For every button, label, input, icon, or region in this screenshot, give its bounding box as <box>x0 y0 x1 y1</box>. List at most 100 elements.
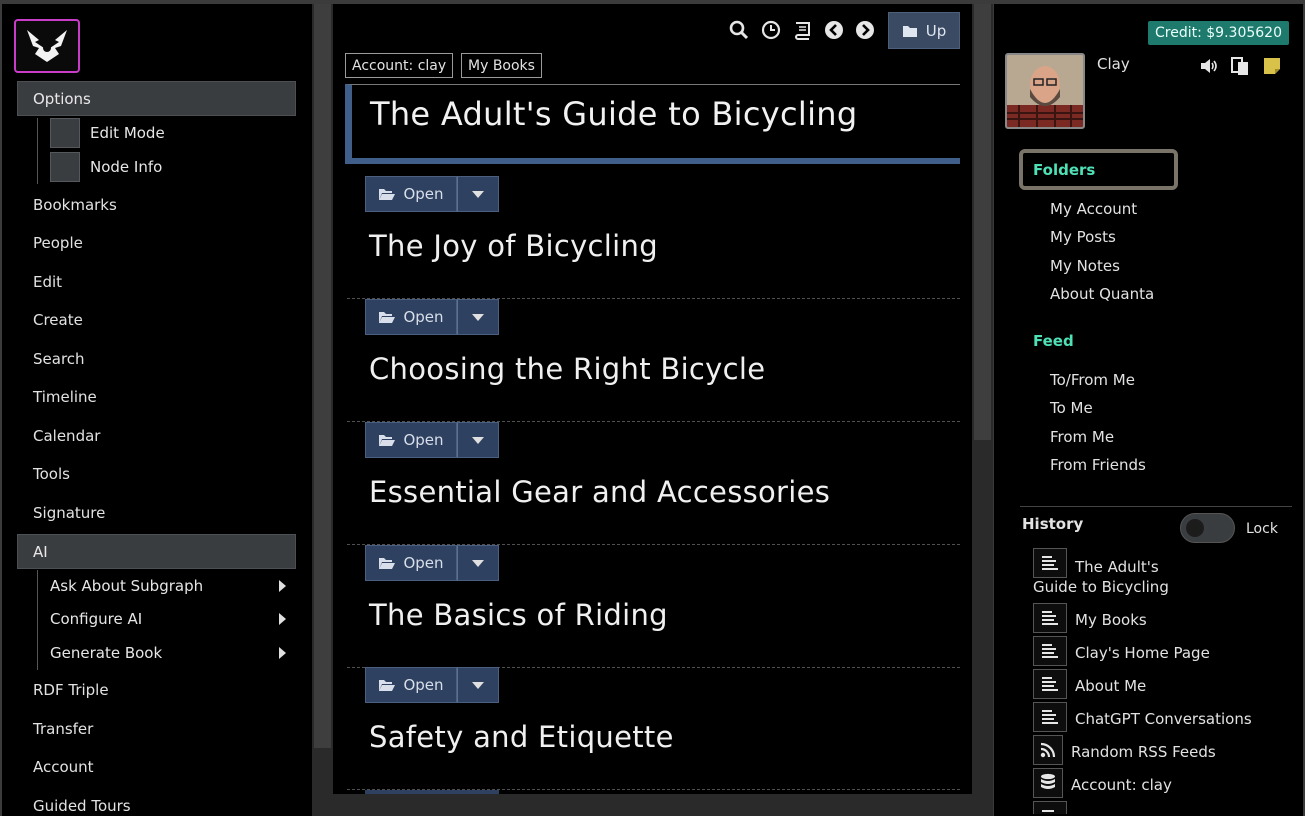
node-menu-dropdown-button[interactable] <box>457 422 499 458</box>
page-header-node[interactable]: The Adult's Guide to Bicycling <box>345 84 960 164</box>
feed-header[interactable]: Feed <box>1033 332 1074 350</box>
folder-link-my-account[interactable]: My Account <box>1050 200 1137 218</box>
history-item[interactable]: About Me <box>1033 669 1146 699</box>
caret-down-icon <box>472 436 484 444</box>
node-item[interactable]: Open Safety and Etiquette <box>347 667 960 790</box>
up-button[interactable]: Up <box>888 12 960 49</box>
menu-item-timeline[interactable]: Timeline <box>33 388 97 406</box>
feed-link-to-me[interactable]: To Me <box>1050 399 1093 417</box>
bird-logo-icon <box>27 30 67 62</box>
menu-item-search[interactable]: Search <box>33 350 85 368</box>
breadcrumb-my-books[interactable]: My Books <box>461 53 542 78</box>
node-item[interactable]: Open Choosing the Right Bicycle <box>347 299 960 422</box>
clipboard-icon[interactable] <box>1230 56 1250 76</box>
search-icon[interactable] <box>729 20 749 40</box>
folder-link-my-notes[interactable]: My Notes <box>1050 257 1120 275</box>
node-menu-dropdown-button[interactable] <box>457 299 499 335</box>
menu-item-generate-book[interactable]: Generate Book <box>50 644 290 662</box>
node-menu-dropdown-button[interactable] <box>457 667 499 703</box>
doc-icon <box>1033 669 1067 699</box>
speaker-icon[interactable] <box>1199 56 1219 76</box>
open-button-group: Open <box>365 176 499 212</box>
lock-toggle[interactable] <box>1180 513 1235 543</box>
left-scrollbar[interactable] <box>312 4 333 816</box>
chevron-left-circle-icon[interactable] <box>824 20 844 40</box>
next-node-open-button-partial[interactable] <box>365 790 499 794</box>
open-button[interactable]: Open <box>365 176 457 212</box>
open-button-group: Open <box>365 667 499 703</box>
app-logo[interactable] <box>14 19 80 73</box>
open-button[interactable]: Open <box>365 667 457 703</box>
chevron-right-icon <box>279 613 286 625</box>
menu-item-edit[interactable]: Edit <box>33 273 62 291</box>
menu-item-tools[interactable]: Tools <box>33 465 70 483</box>
menu-item-transfer[interactable]: Transfer <box>33 720 93 738</box>
book-icon[interactable] <box>792 20 812 40</box>
menu-item-configure-ai[interactable]: Configure AI <box>50 610 290 628</box>
caret-down-icon <box>472 681 484 689</box>
node-info-toggle[interactable]: Node Info <box>50 152 162 182</box>
caret-down-icon <box>472 190 484 198</box>
chevron-right-circle-icon[interactable] <box>855 20 875 40</box>
open-button[interactable]: Open <box>365 299 457 335</box>
avatar[interactable] <box>1005 53 1085 129</box>
node-title: The Joy of Bicycling <box>369 229 658 263</box>
node-item[interactable]: Open The Joy of Bicycling <box>347 176 960 299</box>
menu-item-rdf-triple[interactable]: RDF Triple <box>33 681 109 699</box>
center-scrollbar[interactable] <box>972 4 993 816</box>
clock-icon[interactable] <box>761 20 781 40</box>
menu-item-signature[interactable]: Signature <box>33 504 105 522</box>
menu-item-account[interactable]: Account <box>33 758 94 776</box>
node-menu-dropdown-button[interactable] <box>457 545 499 581</box>
menu-item-bookmarks[interactable]: Bookmarks <box>33 196 117 214</box>
history-item[interactable]: My Books <box>1033 603 1147 633</box>
menu-section-options[interactable]: Options <box>17 81 296 116</box>
edit-mode-checkbox[interactable] <box>50 118 80 148</box>
menu-item-calendar[interactable]: Calendar <box>33 427 100 445</box>
history-item-partial[interactable] <box>1033 801 1067 814</box>
username: Clay <box>1097 55 1130 73</box>
feed-link-from-friends[interactable]: From Friends <box>1050 456 1146 474</box>
menu-item-people[interactable]: People <box>33 234 83 252</box>
history-header: History <box>1022 515 1084 533</box>
history-item[interactable]: Random RSS Feeds <box>1033 735 1216 765</box>
node-item[interactable]: Open Essential Gear and Accessories <box>347 422 960 545</box>
feed-link-from-me[interactable]: From Me <box>1050 428 1114 446</box>
sticky-note-icon[interactable] <box>1262 56 1282 76</box>
lock-label: Lock <box>1246 521 1278 537</box>
open-button-group: Open <box>365 422 499 458</box>
folder-open-icon <box>379 679 396 691</box>
node-item[interactable]: Open The Basics of Riding <box>347 545 960 668</box>
folder-open-icon <box>379 557 396 569</box>
history-item[interactable]: The Adult's Guide to Bicycling <box>1033 548 1169 596</box>
user-photo <box>1007 55 1083 127</box>
caret-down-icon <box>472 559 484 567</box>
open-button[interactable]: Open <box>365 422 457 458</box>
open-button[interactable]: Open <box>365 545 457 581</box>
feed-link-to-from-me[interactable]: To/From Me <box>1050 371 1135 389</box>
menu-item-guided-tours[interactable]: Guided Tours <box>33 797 131 815</box>
menu-item-ask-about-subgraph[interactable]: Ask About Subgraph <box>50 577 290 595</box>
history-item[interactable]: Clay's Home Page <box>1033 636 1210 666</box>
breadcrumb-account[interactable]: Account: clay <box>345 53 454 78</box>
node-title: Choosing the Right Bicycle <box>369 352 766 386</box>
folder-link-my-posts[interactable]: My Posts <box>1050 228 1116 246</box>
folders-header[interactable]: Folders <box>1019 149 1178 190</box>
menu-item-create[interactable]: Create <box>33 311 83 329</box>
credit-badge: Credit: $9.305620 <box>1148 21 1289 45</box>
folder-icon <box>902 25 917 37</box>
node-menu-dropdown-button[interactable] <box>457 176 499 212</box>
center-horizontal-scrollbar[interactable] <box>333 794 972 816</box>
folder-link-about-quanta[interactable]: About Quanta <box>1050 285 1154 303</box>
node-title: Essential Gear and Accessories <box>369 475 831 509</box>
history-item[interactable]: Account: clay <box>1033 768 1172 798</box>
edit-mode-toggle[interactable]: Edit Mode <box>50 118 165 148</box>
rss-icon <box>1033 735 1063 765</box>
menu-section-ai[interactable]: AI <box>17 534 296 569</box>
history-item[interactable]: ChatGPT Conversations <box>1033 702 1252 732</box>
node-info-checkbox[interactable] <box>50 152 80 182</box>
open-button-group: Open <box>365 545 499 581</box>
chevron-right-icon <box>279 580 286 592</box>
divider <box>1020 506 1292 507</box>
database-icon <box>1033 768 1063 798</box>
